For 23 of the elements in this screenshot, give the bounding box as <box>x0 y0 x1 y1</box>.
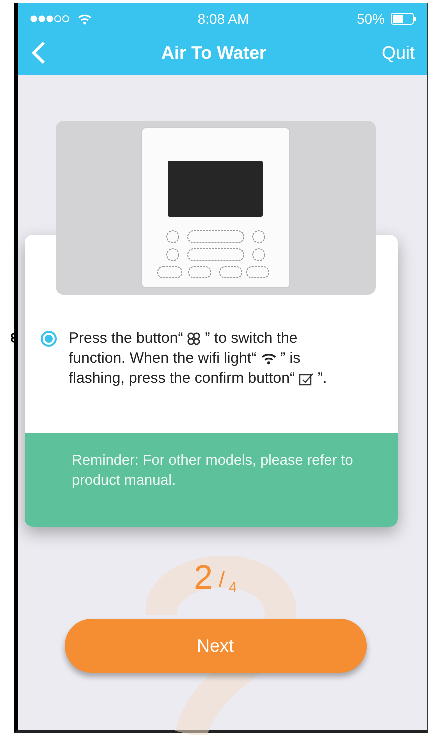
instruction-text: flashing, press the confirm button“ <box>69 369 295 389</box>
instruction-text: ” to switch the <box>205 329 298 349</box>
four-circles-icon <box>187 332 202 346</box>
wifi-icon <box>78 14 92 24</box>
radio-button[interactable] <box>41 331 57 347</box>
signal-icon <box>30 15 72 23</box>
battery-icon <box>391 13 417 25</box>
instruction-text: function. When the wifi light“ <box>69 349 257 369</box>
battery-percent: 50% <box>356 11 385 27</box>
status-time: 8:08 AM <box>198 11 250 27</box>
step-separator: / <box>219 567 226 593</box>
instruction-text: ” is <box>280 349 301 369</box>
instruction-text: Press the button“ <box>69 329 184 349</box>
back-icon[interactable] <box>32 41 46 65</box>
instruction-text: ”. <box>318 369 328 389</box>
reminder-text: Reminder: For other models, please refer to product manual. <box>72 452 354 491</box>
step-number: 2 <box>194 561 213 595</box>
quit-link[interactable]: Quit <box>382 42 415 64</box>
wifi-icon <box>260 353 277 365</box>
screen-title: Air To Water <box>161 42 266 64</box>
next-button[interactable]: Next <box>64 619 366 673</box>
checkbox-icon <box>298 372 314 386</box>
step-total: 4 <box>229 579 237 595</box>
